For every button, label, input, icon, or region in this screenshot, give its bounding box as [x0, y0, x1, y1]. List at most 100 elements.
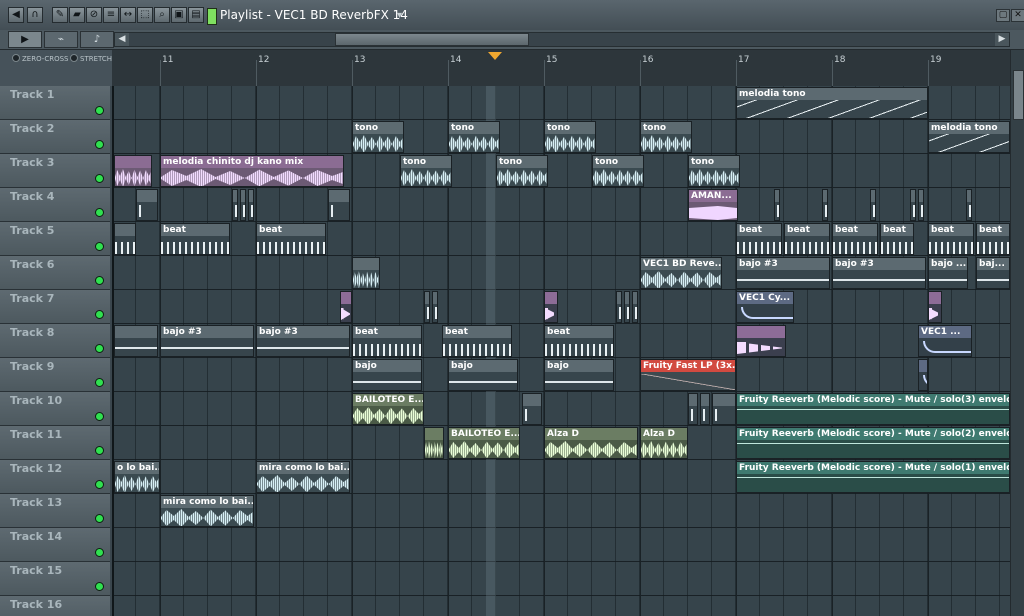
clip[interactable] [328, 189, 350, 221]
track-header[interactable]: Track 10 [0, 392, 110, 426]
track-led-icon[interactable] [95, 412, 104, 421]
track-header[interactable]: Track 8 [0, 324, 110, 358]
clip[interactable]: Fruity Fast LP (3x... [640, 359, 736, 391]
clip[interactable] [240, 189, 246, 221]
clip[interactable] [114, 325, 158, 357]
clip[interactable]: tono [688, 155, 740, 187]
clip[interactable] [136, 189, 158, 221]
clip[interactable]: tono [640, 121, 692, 153]
clip[interactable]: VEC1 BD Reve... [640, 257, 722, 289]
timeline-ruler[interactable]: 11 12 13 14 15 16 17 18 19 [112, 50, 1010, 87]
clip[interactable] [632, 291, 638, 323]
track-led-icon[interactable] [95, 344, 104, 353]
clip[interactable]: melodia chinito dj kano mix [160, 155, 344, 187]
window-title[interactable]: Playlist - VEC1 BD ReverbFX 14 [220, 8, 408, 22]
clip[interactable]: Alza D [544, 427, 638, 459]
track-header[interactable]: Track 2 [0, 120, 110, 154]
stretch-icon[interactable]: ▤ [188, 7, 204, 23]
track-header[interactable]: Track 15 [0, 562, 110, 596]
zero-cross-option[interactable]: ZERO-CROSS [12, 54, 68, 63]
clip[interactable] [424, 291, 430, 323]
slip-icon[interactable]: ↔ [120, 7, 136, 23]
delete-icon[interactable]: ⊘ [86, 7, 102, 23]
clip[interactable]: beat [352, 325, 422, 357]
clip[interactable]: beat [832, 223, 878, 255]
menu-arrow-icon[interactable]: ◀ [8, 7, 24, 23]
clip[interactable]: melodia tono [736, 87, 928, 119]
track-header[interactable]: Track 16 [0, 596, 110, 616]
track-header[interactable]: Track 14 [0, 528, 110, 562]
close-button[interactable]: ✕ [1011, 9, 1024, 22]
clip[interactable]: beat [880, 223, 914, 255]
clip[interactable]: tono [544, 121, 596, 153]
clip[interactable]: AMAN... [688, 189, 738, 221]
clip[interactable] [522, 393, 542, 425]
clip[interactable]: bajo #3 [736, 257, 830, 289]
clip[interactable]: Fruity Reeverb (Melodic score) - Mute / … [736, 393, 1010, 425]
clip[interactable] [232, 189, 238, 221]
title-dropdown-icon[interactable]: ▾ [397, 10, 402, 21]
clip[interactable] [910, 189, 916, 221]
track-led-icon[interactable] [95, 514, 104, 523]
clip[interactable] [544, 291, 558, 323]
track-header[interactable]: Track 6 [0, 256, 110, 290]
paint-icon[interactable]: ▰ [69, 7, 85, 23]
clip[interactable] [432, 291, 438, 323]
clip[interactable]: beat [544, 325, 614, 357]
track-header[interactable]: Track 7 [0, 290, 110, 324]
scroll-left-icon[interactable]: ◀ [115, 33, 129, 46]
maximize-button[interactable]: ▢ [996, 9, 1010, 22]
clip[interactable]: mira como lo bai... [160, 495, 254, 527]
clip[interactable]: mira como lo bai... [256, 461, 350, 493]
track-led-icon[interactable] [95, 548, 104, 557]
clip[interactable]: tono [400, 155, 452, 187]
clip[interactable]: VEC1 ... [918, 325, 972, 357]
clip[interactable] [248, 189, 254, 221]
clip[interactable] [114, 223, 136, 255]
clip[interactable]: beat [736, 223, 782, 255]
clip[interactable]: bajo #3 [256, 325, 350, 357]
clip[interactable]: bajo #3 [832, 257, 926, 289]
clip[interactable]: BAILOTEO E... [352, 393, 424, 425]
track-led-icon[interactable] [95, 582, 104, 591]
clip[interactable]: Alza D [640, 427, 688, 459]
clip[interactable]: bajo [544, 359, 614, 391]
track-header[interactable]: Track 1 [0, 86, 110, 120]
clip[interactable]: bajo #3 [160, 325, 254, 357]
clip[interactable] [774, 189, 780, 221]
clip[interactable] [688, 393, 698, 425]
clip[interactable]: bajo ... [928, 257, 968, 289]
track-led-icon[interactable] [95, 480, 104, 489]
scroll-right-icon[interactable]: ▶ [995, 33, 1009, 46]
track-led-icon[interactable] [95, 174, 104, 183]
clip[interactable]: tono [496, 155, 548, 187]
track-led-icon[interactable] [95, 310, 104, 319]
tab-automation[interactable]: ⌁ [44, 31, 78, 48]
clip[interactable]: Fruity Reeverb (Melodic score) - Mute / … [736, 461, 1010, 493]
clip[interactable] [918, 359, 928, 391]
track-header[interactable]: Track 3 [0, 154, 110, 188]
track-header[interactable]: Track 13 [0, 494, 110, 528]
clip[interactable] [616, 291, 622, 323]
zoom-icon[interactable]: ⌕ [154, 7, 170, 23]
clip[interactable] [870, 189, 876, 221]
clip[interactable]: beat [160, 223, 230, 255]
clip[interactable] [352, 257, 380, 289]
tab-piano[interactable]: ♪ [80, 31, 114, 48]
clip[interactable]: beat [928, 223, 974, 255]
select-icon[interactable]: ⬚ [137, 7, 153, 23]
track-led-icon[interactable] [95, 208, 104, 217]
clip[interactable]: tono [352, 121, 404, 153]
clip[interactable]: melodia tono [928, 121, 1010, 153]
playback-icon[interactable]: ▣ [171, 7, 187, 23]
clip[interactable]: VEC1 Cy... [736, 291, 794, 323]
vertical-scrollbar[interactable] [1010, 50, 1024, 616]
track-led-icon[interactable] [95, 276, 104, 285]
clip[interactable]: baj... [976, 257, 1010, 289]
scroll-thumb[interactable] [335, 33, 529, 46]
horizontal-scrollbar[interactable]: ◀ ▶ [114, 32, 1010, 47]
track-led-icon[interactable] [95, 140, 104, 149]
clip[interactable]: beat [784, 223, 830, 255]
clip[interactable]: beat [976, 223, 1010, 255]
clip[interactable] [424, 427, 444, 459]
